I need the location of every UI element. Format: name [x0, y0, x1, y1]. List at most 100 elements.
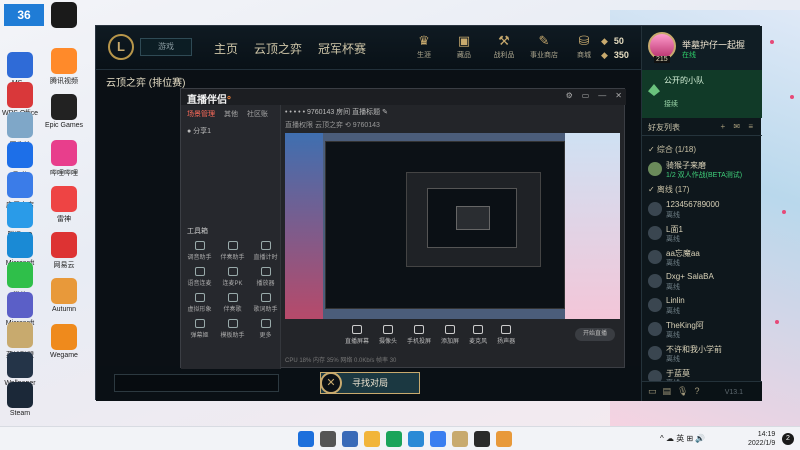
friend-group-header[interactable]: ✓ 综合 (1/18): [642, 144, 762, 155]
start-live-button[interactable]: 开始直播: [575, 328, 615, 341]
online-status[interactable]: 在线: [682, 50, 696, 60]
social-footer: ▭ ▤ 🎙 ?: [642, 381, 762, 401]
toolbox-item[interactable]: 伴奏歌: [216, 293, 249, 313]
stream-control[interactable]: 直播屏幕: [345, 325, 369, 349]
tab-other[interactable]: 其他: [224, 109, 238, 119]
taskbar-app-icon[interactable]: [408, 431, 424, 447]
stream-control[interactable]: 添加屏: [441, 325, 459, 349]
desktop-icon[interactable]: 网易云: [44, 232, 84, 270]
toolbox-item[interactable]: 连麦PK: [216, 267, 249, 287]
friend-row[interactable]: Dxg+ SalaBA 离线: [642, 270, 762, 292]
mic-icon[interactable]: 🎙: [677, 386, 688, 397]
notify-icon[interactable]: ▤: [663, 386, 672, 397]
desktop-icon[interactable]: 雷神: [44, 186, 84, 224]
toolbox-item[interactable]: 伴奏助手: [216, 241, 249, 261]
header-nav-item[interactable]: ⛁ 商城: [568, 32, 600, 60]
friend-row[interactable]: TheKing阿 离线: [642, 318, 762, 340]
app-icon: [7, 112, 33, 138]
system-tray[interactable]: ^ ☁ 英 ⊞ 🔊: [660, 433, 705, 444]
desktop-icon[interactable]: [44, 2, 84, 30]
close-lobby-icon[interactable]: ✕: [320, 372, 342, 394]
friend-row[interactable]: aa忘魔aa 离线: [642, 246, 762, 268]
nav-home[interactable]: 主页: [214, 40, 238, 57]
preview-nested-window-2: [427, 188, 517, 248]
tool-label: 连麦PK: [222, 281, 243, 287]
friend-row[interactable]: Linlin 离线: [642, 294, 762, 316]
app-icon: [7, 232, 33, 258]
stream-control-label: 扬声器: [497, 339, 516, 345]
toolbox-item[interactable]: 播放器: [249, 267, 282, 287]
currency-panel: ◆ 50 ◆ 350: [601, 34, 629, 62]
friend-status: 离线: [666, 356, 680, 363]
chat-input[interactable]: [114, 374, 279, 392]
friend-row[interactable]: 不许和我小学前 离线: [642, 342, 762, 364]
toolbox-item[interactable]: 语音连麦: [183, 267, 216, 287]
app-icon: [51, 140, 77, 166]
tool-icon: [260, 241, 271, 250]
settings-icon[interactable]: ⚙: [566, 91, 573, 100]
desktop-icon[interactable]: Steam: [0, 382, 40, 417]
desktop-icon-label: 雷神: [57, 216, 71, 223]
desktop-icon[interactable]: Wegame: [44, 324, 84, 359]
header-nav-icon: ⚒: [498, 33, 510, 48]
stream-controls: 直播屏幕 摄像头 手机投屏 添加屏 麦克风 扬声器: [285, 325, 621, 349]
friend-avatar: [648, 162, 662, 176]
lol-logo-icon[interactable]: L: [108, 34, 134, 60]
taskbar-app-icon[interactable]: [496, 431, 512, 447]
taskbar-app-icon[interactable]: [430, 431, 446, 447]
friend-row[interactable]: L面1 离线: [642, 222, 762, 244]
stream-control[interactable]: 手机投屏: [407, 325, 431, 349]
friend-row[interactable]: 123456789000 离线: [642, 198, 762, 220]
friend-row[interactable]: 骑猴子来磨 1/2 双人作战(BETA测试): [642, 158, 762, 180]
friend-avatar: [648, 298, 662, 312]
toolbox-title: 工具箱: [187, 228, 208, 235]
taskbar-app-icon[interactable]: [320, 431, 336, 447]
desktop-icon[interactable]: Epic Games: [44, 94, 84, 129]
nav-clash[interactable]: 冠军杯赛: [318, 40, 366, 57]
nav-tft[interactable]: 云顶之弈: [254, 40, 302, 57]
room-info-2: 直播权限 云顶之弈 ⟲ 9760143: [285, 122, 380, 129]
toolbox-item[interactable]: 调音助手: [183, 241, 216, 261]
header-nav-item[interactable]: ♛ 生涯: [408, 32, 440, 60]
stream-control[interactable]: 麦克风: [469, 325, 487, 349]
tab-community[interactable]: 社区账: [247, 109, 268, 119]
taskbar-app-icon[interactable]: [342, 431, 358, 447]
toolbox-item[interactable]: 歌词助手: [249, 293, 282, 313]
minimize-icon[interactable]: —: [598, 91, 606, 100]
toolbox-item[interactable]: 虚拟形象: [183, 293, 216, 313]
header-nav-item[interactable]: ✎ 事业商店: [528, 32, 560, 60]
stream-control[interactable]: 摄像头: [379, 325, 397, 349]
taskbar-app-icon[interactable]: [386, 431, 402, 447]
friend-group-header[interactable]: ✓ 离线 (17): [642, 184, 762, 195]
taskbar-app-icon[interactable]: [364, 431, 380, 447]
toolbox-item[interactable]: 模板助手: [216, 319, 249, 339]
desktop-icon[interactable]: Autumn: [44, 278, 84, 313]
close-icon[interactable]: ✕: [615, 91, 622, 100]
friends-actions[interactable]: + ✉ ≡: [721, 122, 757, 131]
maximize-icon[interactable]: ▭: [582, 91, 590, 100]
play-button[interactable]: 游戏: [140, 38, 192, 56]
taskbar-app-icon[interactable]: [474, 431, 490, 447]
toolbox-item[interactable]: 直播计时: [249, 241, 282, 261]
help-icon[interactable]: ?: [694, 386, 699, 397]
chat-icon[interactable]: ▭: [648, 386, 657, 397]
taskbar-app-icon[interactable]: [298, 431, 314, 447]
notification-badge[interactable]: 2: [782, 433, 794, 445]
header-nav-item[interactable]: ⚒ 战利品: [488, 32, 520, 60]
desktop-icon[interactable]: 哔哩哔哩: [44, 140, 84, 178]
desktop-icon-label: 网易云: [53, 262, 75, 269]
stream-preview[interactable]: [285, 133, 620, 319]
taskbar-app-icon[interactable]: [452, 431, 468, 447]
tab-scenes[interactable]: 场景管理: [187, 109, 215, 119]
clock[interactable]: 14:19 2022/1/9: [748, 430, 775, 448]
scene-item[interactable]: ● 分享1: [181, 123, 280, 139]
stream-control[interactable]: 扬声器: [497, 325, 515, 349]
preview-wallpaper-strip: [565, 133, 620, 319]
desktop-icon[interactable]: 腾讯视频: [44, 48, 84, 86]
toolbox-item[interactable]: 更多: [249, 319, 282, 339]
header-nav-item[interactable]: ▣ 藏品: [448, 32, 480, 60]
toolbox-item[interactable]: 弹幕姬: [183, 319, 216, 339]
tool-label: 虚拟形象: [187, 307, 212, 313]
party-panel[interactable]: 公开的小队 接续: [642, 70, 762, 118]
app-icon: [7, 52, 33, 78]
